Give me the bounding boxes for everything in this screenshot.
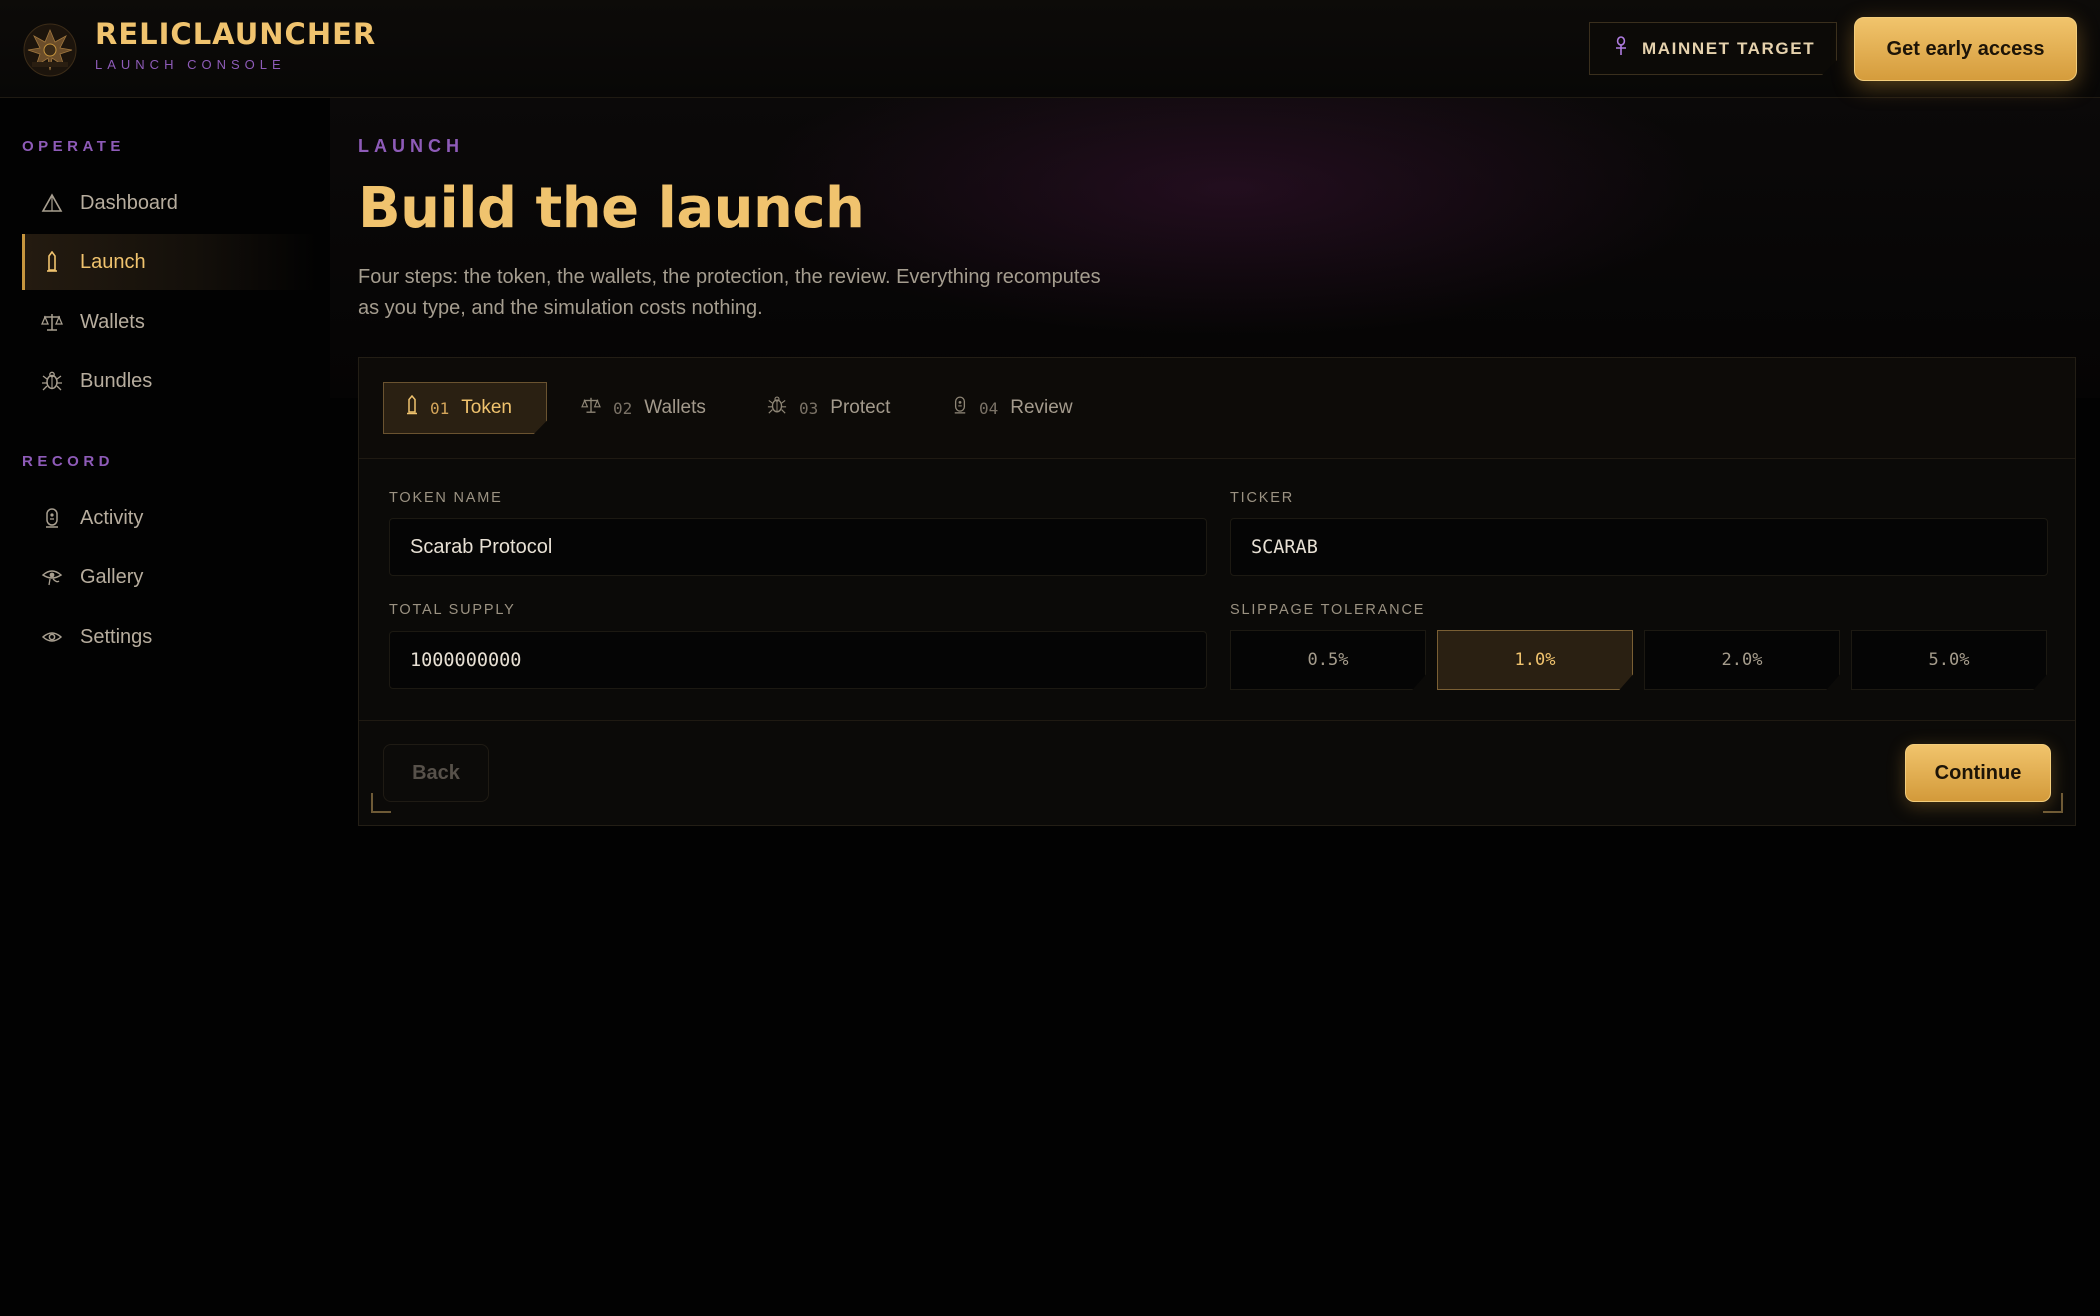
tab-number: 03 [799, 398, 819, 418]
sidebar-item-wallets[interactable]: Wallets [22, 294, 318, 350]
wizard-footer: Back Continue [359, 720, 2075, 826]
pyramid-icon [40, 191, 64, 215]
ticker-input[interactable]: SCARAB [1230, 518, 2048, 576]
sidebar-item-label: Dashboard [80, 191, 178, 214]
network-badge[interactable]: MAINNET TARGET [1589, 22, 1837, 75]
slippage-option-1-0[interactable]: 1.0% [1437, 630, 1633, 690]
tab-number: 01 [430, 398, 450, 418]
back-button[interactable]: Back [383, 744, 489, 802]
tab-token[interactable]: 01 Token [383, 382, 547, 434]
slippage-option-5-0[interactable]: 5.0% [1851, 630, 2047, 690]
continue-button[interactable]: Continue [1905, 744, 2051, 802]
sidebar-item-label: Launch [80, 250, 146, 273]
sidebar-item-launch[interactable]: Launch [22, 234, 318, 290]
sidebar: OPERATE Dashboard Launch Wallets Bundles [0, 98, 318, 1316]
sidebar-item-settings[interactable]: Settings [22, 609, 318, 665]
brand-subtitle: LAUNCH CONSOLE [95, 57, 286, 72]
tab-number: 02 [613, 398, 633, 418]
background-glow [330, 98, 2100, 398]
tab-label: Protect [830, 397, 891, 418]
page-eyebrow: LAUNCH [358, 136, 464, 156]
obelisk-icon [406, 394, 418, 421]
total-supply-input[interactable]: 1000000000 [389, 631, 1207, 689]
obelisk-icon [40, 250, 64, 274]
tab-label: Wallets [644, 397, 706, 418]
sidebar-item-gallery[interactable]: Gallery [22, 549, 318, 605]
sidebar-item-dashboard[interactable]: Dashboard [22, 175, 318, 231]
sidebar-section-operate: OPERATE [22, 138, 125, 155]
scarab-icon [767, 395, 787, 421]
sidebar-item-label: Activity [80, 506, 144, 529]
launch-console-page: RELICLAUNCHER LAUNCH CONSOLE MAINNET TAR… [0, 0, 2100, 1316]
sidebar-item-label: Settings [80, 625, 153, 648]
tab-number: 04 [979, 398, 999, 418]
sidebar-item-label: Bundles [80, 369, 153, 392]
tab-review[interactable]: 04 Review [931, 382, 1095, 434]
launch-wizard-panel: 01 Token 02 Wallets 03 Protect 04 Review… [358, 357, 2076, 826]
scales-icon [581, 396, 601, 420]
wizard-steps: 01 Token 02 Wallets 03 Protect 04 Review [359, 358, 2075, 459]
get-early-access-button[interactable]: Get early access [1854, 17, 2077, 81]
sidebar-section-record: RECORD [22, 453, 115, 470]
relic-logo-icon[interactable] [22, 22, 78, 78]
scarab-icon [40, 369, 64, 393]
page-title: Build the launch [358, 176, 865, 241]
eye-of-horus-icon [40, 565, 64, 589]
cartouche-icon [953, 395, 967, 421]
sidebar-item-bundles[interactable]: Bundles [22, 353, 318, 409]
slippage-option-0-5[interactable]: 0.5% [1230, 630, 1426, 690]
scales-icon [40, 310, 64, 334]
total-supply-label: TOTAL SUPPLY [389, 602, 516, 618]
ticker-label: TICKER [1230, 490, 1294, 506]
tab-label: Token [461, 397, 512, 418]
sidebar-item-activity[interactable]: Activity [22, 490, 318, 546]
eye-icon [40, 625, 64, 649]
tab-wallets[interactable]: 02 Wallets [559, 382, 728, 434]
slippage-label: SLIPPAGE TOLERANCE [1230, 602, 1426, 618]
slippage-option-2-0[interactable]: 2.0% [1644, 630, 1840, 690]
tab-label: Review [1010, 397, 1073, 418]
token-name-input[interactable]: Scarab Protocol [389, 518, 1207, 576]
sidebar-item-label: Gallery [80, 565, 144, 588]
ankh-icon [1614, 36, 1628, 61]
tab-protect[interactable]: 03 Protect [745, 382, 912, 434]
sidebar-item-label: Wallets [80, 310, 145, 333]
cartouche-icon [40, 506, 64, 530]
top-bar: RELICLAUNCHER LAUNCH CONSOLE MAINNET TAR… [0, 0, 2100, 98]
brand-title: RELICLAUNCHER [95, 17, 377, 51]
page-description: Four steps: the token, the wallets, the … [358, 266, 1101, 319]
network-label: MAINNET TARGET [1642, 38, 1816, 58]
token-name-label: TOKEN NAME [389, 490, 503, 506]
